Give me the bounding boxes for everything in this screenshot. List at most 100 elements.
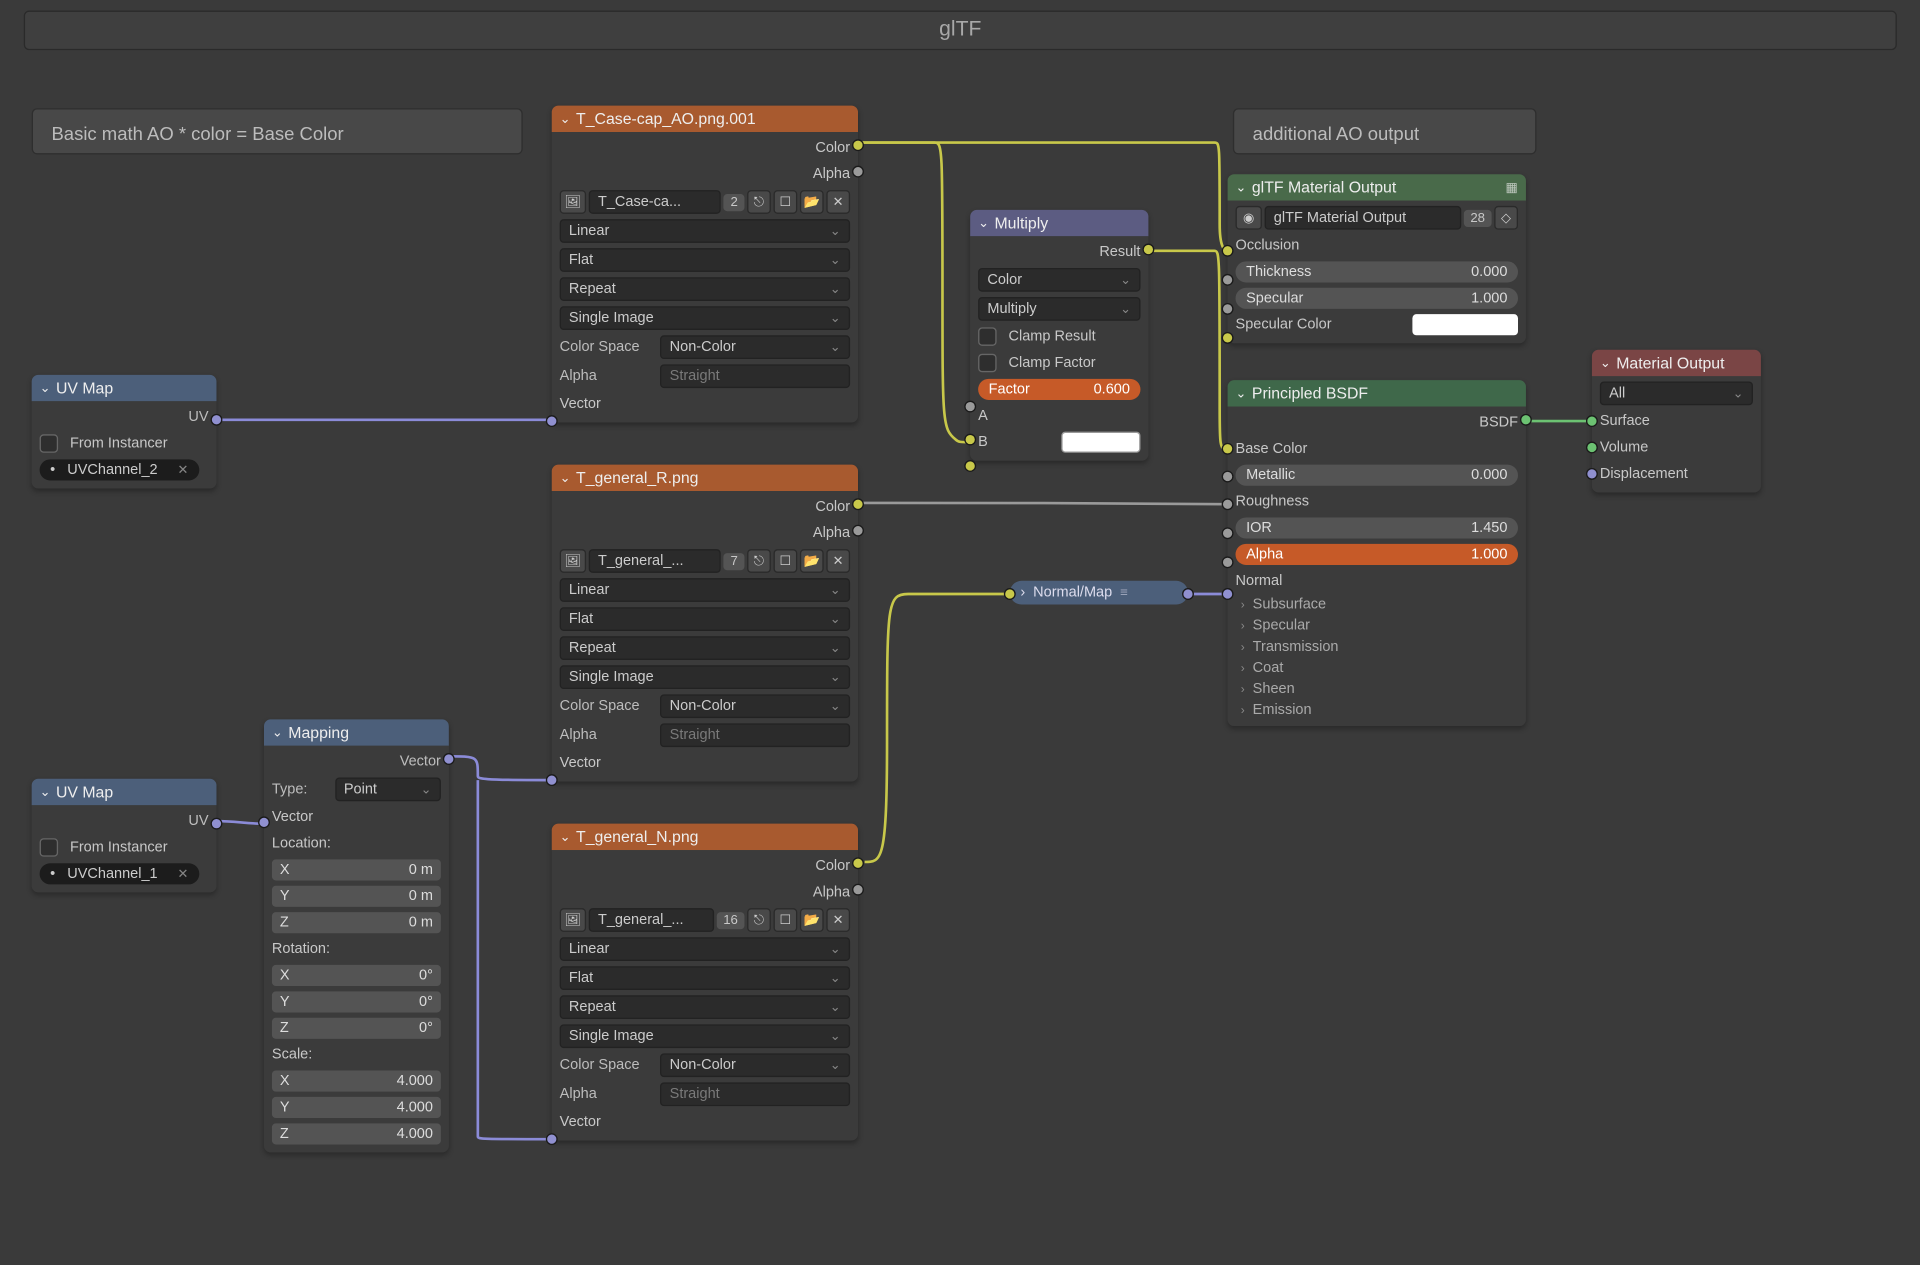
panel-transmission[interactable]: ›Transmission	[1228, 636, 1526, 657]
scale-x[interactable]: X4.000	[272, 1071, 441, 1092]
socket-metallic-in[interactable]	[1222, 471, 1234, 483]
nodegroup-name[interactable]: glTF Material Output	[1265, 206, 1462, 230]
source-select[interactable]: Single Image	[560, 1024, 850, 1048]
socket-normalmap-in[interactable]	[1004, 588, 1016, 600]
socket-vector-in[interactable]	[546, 1133, 558, 1145]
proj-select[interactable]: Flat	[560, 966, 850, 990]
node-header[interactable]: ⌄ UV Map	[32, 375, 217, 401]
proj-select[interactable]: Flat	[560, 607, 850, 631]
blend-mode-select[interactable]: Multiply	[978, 297, 1140, 321]
socket-displacement-in[interactable]	[1586, 468, 1598, 480]
node-header[interactable]: ⌄Material Output	[1592, 350, 1761, 376]
socket-a-in[interactable]	[964, 434, 976, 446]
rot-z[interactable]: Z0°	[272, 1018, 441, 1039]
nodegroup-browse-icon[interactable]: ◉	[1236, 206, 1262, 230]
shield-icon[interactable]: ◇	[1494, 206, 1518, 230]
socket-roughness-in[interactable]	[1222, 498, 1234, 510]
scale-z[interactable]: Z4.000	[272, 1123, 441, 1144]
colorspace-select[interactable]: Non-Color	[660, 335, 850, 359]
ext-select[interactable]: Repeat	[560, 995, 850, 1019]
panel-coat[interactable]: ›Coat	[1228, 657, 1526, 678]
node-uvmap-2[interactable]: ⌄ UV Map UV From Instancer • UVChannel_1…	[32, 779, 217, 893]
node-texture-ao[interactable]: ⌄T_Case-cap_AO.png.001 Color Alpha 🖼 T_C…	[552, 106, 858, 423]
close-icon[interactable]: ✕	[178, 463, 189, 478]
node-header[interactable]: ⌄Principled BSDF	[1228, 380, 1526, 406]
target-select[interactable]: All	[1600, 381, 1753, 405]
panel-specular[interactable]: ›Specular	[1228, 615, 1526, 636]
loc-y[interactable]: Y0 m	[272, 886, 441, 907]
socket-bsdf-out[interactable]	[1520, 414, 1532, 426]
node-header[interactable]: ⌄T_general_R.png	[552, 465, 858, 491]
open-image-icon[interactable]: 📂	[800, 549, 824, 573]
type-select[interactable]: Point	[335, 777, 441, 801]
node-header[interactable]: ⌄ UV Map	[32, 779, 217, 805]
socket-vector-out[interactable]	[443, 753, 455, 765]
socket-normal-in[interactable]	[1222, 588, 1234, 600]
rot-y[interactable]: Y0°	[272, 991, 441, 1012]
from-instancer-checkbox[interactable]	[40, 434, 58, 452]
panel-emission[interactable]: ›Emission	[1228, 700, 1526, 721]
image-browse-icon[interactable]: 🖼	[560, 549, 586, 573]
users-count[interactable]: 7	[724, 552, 745, 569]
open-image-icon[interactable]: 📂	[800, 190, 824, 214]
node-texture-r[interactable]: ⌄T_general_R.png Color Alpha 🖼 T_general…	[552, 465, 858, 782]
ext-select[interactable]: Repeat	[560, 636, 850, 660]
uv-channel-tag[interactable]: • UVChannel_2 ✕	[40, 459, 200, 480]
factor-slider[interactable]: Factor0.600	[978, 379, 1140, 400]
socket-factor-in[interactable]	[964, 401, 976, 413]
new-image-icon[interactable]: ☐	[774, 190, 798, 214]
socket-b-in[interactable]	[964, 460, 976, 472]
socket-normalmap-out[interactable]	[1182, 588, 1194, 600]
source-select[interactable]: Single Image	[560, 306, 850, 330]
image-name[interactable]: T_general_...	[589, 908, 714, 932]
socket-vector-in[interactable]	[546, 774, 558, 786]
node-mapping[interactable]: ⌄ Mapping Vector Type:Point Vector Locat…	[264, 719, 449, 1152]
new-image-icon[interactable]: ☐	[774, 549, 798, 573]
users-count[interactable]: 28	[1464, 209, 1492, 226]
node-header[interactable]: ⌄ Mapping	[264, 719, 449, 745]
socket-uv-out[interactable]	[211, 818, 223, 830]
socket-alpha-out[interactable]	[852, 525, 864, 537]
remove-icon[interactable]: ✕	[826, 549, 850, 573]
unlink-icon[interactable]: ⎋	[747, 190, 771, 214]
close-icon[interactable]: ✕	[178, 867, 189, 882]
new-image-icon[interactable]: ☐	[774, 908, 798, 932]
interp-select[interactable]: Linear	[560, 219, 850, 243]
node-texture-n[interactable]: ⌄T_general_N.png Color Alpha 🖼 T_general…	[552, 824, 858, 1141]
loc-x[interactable]: X0 m	[272, 859, 441, 880]
socket-alpha-out[interactable]	[852, 166, 864, 178]
socket-base-color-in[interactable]	[1222, 443, 1234, 455]
thickness-slider[interactable]: Thickness0.000	[1236, 261, 1518, 282]
users-count[interactable]: 2	[724, 193, 745, 210]
socket-spec-color-in[interactable]	[1222, 332, 1234, 344]
loc-z[interactable]: Z0 m	[272, 912, 441, 933]
open-image-icon[interactable]: 📂	[800, 908, 824, 932]
colorspace-select[interactable]: Non-Color	[660, 694, 850, 718]
panel-subsurface[interactable]: ›Subsurface	[1228, 594, 1526, 615]
image-name[interactable]: T_Case-ca...	[589, 190, 722, 214]
panel-sheen[interactable]: ›Sheen	[1228, 678, 1526, 699]
socket-color-out[interactable]	[852, 498, 864, 510]
socket-thickness-in[interactable]	[1222, 274, 1234, 286]
clamp-factor-checkbox[interactable]	[978, 354, 996, 372]
metallic-slider[interactable]: Metallic0.000	[1236, 465, 1518, 486]
image-browse-icon[interactable]: 🖼	[560, 190, 586, 214]
socket-uv-out[interactable]	[211, 414, 223, 426]
socket-vector-in[interactable]	[258, 816, 270, 828]
proj-select[interactable]: Flat	[560, 248, 850, 272]
socket-surface-in[interactable]	[1586, 415, 1598, 427]
specular-slider[interactable]: Specular1.000	[1236, 288, 1518, 309]
socket-vector-in[interactable]	[546, 415, 558, 427]
socket-color-out[interactable]	[852, 857, 864, 869]
node-material-output[interactable]: ⌄Material Output All Surface Volume Disp…	[1592, 350, 1761, 493]
node-gltf-output[interactable]: ⌄glTF Material Output▦ ◉ glTF Material O…	[1228, 174, 1526, 343]
ior-slider[interactable]: IOR1.450	[1236, 517, 1518, 538]
socket-volume-in[interactable]	[1586, 442, 1598, 454]
node-uvmap-1[interactable]: ⌄ UV Map UV From Instancer • UVChannel_2…	[32, 375, 217, 489]
socket-alpha-out[interactable]	[852, 884, 864, 896]
node-principled-bsdf[interactable]: ⌄Principled BSDF BSDF Base Color Metalli…	[1228, 380, 1526, 726]
image-browse-icon[interactable]: 🖼	[560, 908, 586, 932]
socket-specular-in[interactable]	[1222, 303, 1234, 315]
socket-alpha-in[interactable]	[1222, 556, 1234, 568]
interp-select[interactable]: Linear	[560, 578, 850, 602]
